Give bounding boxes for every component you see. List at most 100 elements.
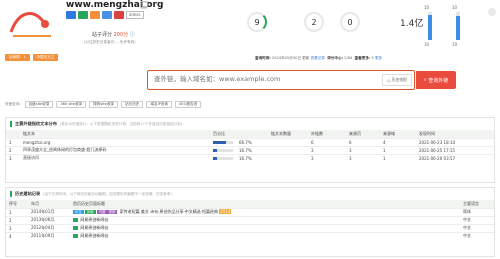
panel-header: 历史建站记录 (由于记录时间，以下网页页面自动截图，如查看历史截图不一定准确，仅… <box>6 188 494 200</box>
cell-date: 2012年04月 <box>28 223 70 232</box>
score-subtext: (以往历史记录者可..., 也许有效) <box>84 40 136 44</box>
info-icon[interactable]: ⓘ <box>130 32 135 38</box>
meta-label-2: 评分中心: <box>327 56 344 60</box>
cell-percent: 16.7% <box>236 145 268 154</box>
tag-region[interactable]: 中国天天之 <box>32 54 59 61</box>
chip-history[interactable]: 站长历史 <box>121 101 144 108</box>
more-link[interactable]: 更多 <box>375 56 382 60</box>
bing-icon[interactable] <box>102 11 112 19</box>
table-row[interactable]: 3 直接访问 16.7% 3 3 1 2021-06-20 03:57 <box>6 153 494 162</box>
sogou-icon[interactable] <box>90 11 100 19</box>
cell-anchor-text[interactable]: 直接访问 <box>20 153 210 162</box>
history-snapshot-button[interactable]: ◷ 历史快照 <box>382 74 412 86</box>
cell-index: 2 <box>6 215 28 224</box>
cell-index: 3 <box>6 153 20 162</box>
chip-baidu-site[interactable]: 百度site收录 <box>24 101 54 108</box>
history-title-link[interactable]: 家传老短篇 美文 诗句·原创作品分享·中文精选·短篇经典 <box>120 209 218 214</box>
col-links: 外链数 <box>308 130 346 138</box>
tag-badge: 中文 <box>73 210 84 214</box>
so-icon[interactable] <box>78 11 88 19</box>
cell-index: 1 <box>6 137 20 146</box>
history-title-link[interactable]: 网易原创新闻站 <box>80 233 108 238</box>
cell-links: 3 <box>308 145 346 154</box>
stat-total[interactable]: 1.4亿 <box>400 16 423 29</box>
tag-badge <box>73 234 79 239</box>
history-table: 序号 年月 首页历史页面标题 主要语言 1 2014年01月 中文 页面 内嵌 · … <box>6 200 494 240</box>
cell-date: 2014年01月 <box>28 207 70 216</box>
col-found-time: 发现时间 <box>416 130 494 138</box>
panel-header: 主要外链指纹文本分布 (表示为外链统计，以下数据随机采样计算，当前有17个外链站… <box>6 118 494 130</box>
table-row[interactable]: 4 2011年09月 网易原创新闻站 中文 <box>6 231 494 240</box>
copy-icon[interactable] <box>140 1 148 9</box>
chip-ip[interactable]: 域名IP查询 <box>146 101 173 108</box>
tag-badge: 页面 <box>84 210 96 214</box>
stat-value: 0 <box>347 17 353 27</box>
col-source-pages: 来源页 <box>346 130 380 138</box>
table-header-row: 序号 年月 首页历史页面标题 主要语言 <box>6 200 494 208</box>
vbar-bottom-label: 10 <box>452 42 458 47</box>
history-title-link[interactable]: 网易原创新闻站 <box>80 225 108 230</box>
cell-language: 简体 <box>460 207 494 216</box>
percent-bar <box>213 149 233 152</box>
cell-date: 2021-06-25 17:15 <box>416 145 494 154</box>
col-title: 首页历史页面标题 <box>70 200 460 208</box>
vbar-top-label: 10 <box>452 5 458 10</box>
quick-links-label: 快速查询: <box>5 102 21 106</box>
google-icon[interactable] <box>114 11 124 19</box>
table-row[interactable]: 1 mengzhai.org 66.7% 6 6 4 2021-06-23 18… <box>6 137 494 146</box>
meta-value-2: 2/84 <box>344 56 353 60</box>
highlight-badge: 2014 <box>219 209 232 214</box>
vbar-top-label: 10 <box>424 5 430 10</box>
chip-seo[interactable]: SEO报告查 <box>175 101 202 108</box>
stat-circle-2[interactable]: 2 <box>304 12 324 32</box>
tag-badge <box>73 218 79 222</box>
table-row[interactable]: 3 2012年04月 网易原创新闻站 中文 <box>6 223 494 232</box>
anchor-text-table: 链文本 百分比 链文本数量 外链数 来源页 来源域 发现时间 1 mengzha… <box>6 130 494 162</box>
settings-icon[interactable] <box>488 8 496 16</box>
cell-date: 2011年09月 <box>28 231 70 240</box>
engine-icons: aliexs <box>66 11 144 19</box>
history-link[interactable]: 查看记录 <box>311 56 325 60</box>
stat-value: 9 <box>254 17 260 27</box>
table-row[interactable]: 2 四季茂盛大全_经典休闲的打包商盛-超几流原码 16.7% 3 3 1 202… <box>6 145 494 154</box>
site-logo-icon <box>5 2 59 42</box>
site-tags: 站龄期 · 1 中国天天之 <box>5 54 59 61</box>
history-title-link[interactable]: 网易原创新闻站 <box>80 217 108 222</box>
anchor-text-panel: 主要外链指纹文本分布 (表示为外链统计，以下数据随机采样计算，当前有17个外链站… <box>5 117 495 183</box>
table-row[interactable]: 2 2013年06月 网易原创新闻站 中文 <box>6 215 494 224</box>
stat-circle-3[interactable]: 0 <box>340 12 360 32</box>
meta-label: 查询时间: <box>255 56 271 60</box>
chip-360-site[interactable]: 360 site收录 <box>56 101 87 108</box>
cell-anchor-text[interactable]: mengzhai.org <box>20 137 210 146</box>
score-suffix: 分 <box>123 32 129 38</box>
cell-language: 中文 <box>460 223 494 232</box>
alexa-badge[interactable]: aliexs <box>126 11 144 19</box>
domain-title[interactable]: www.mengzhai.org <box>66 0 163 10</box>
cell-date: 2021-06-20 03:57 <box>416 153 494 162</box>
cell-percent: 66.7% <box>236 137 268 146</box>
col-count: 链文本数量 <box>268 130 308 138</box>
tag-age[interactable]: 站龄期 · 1 <box>5 54 30 61</box>
col-percent: 百分比 <box>210 130 236 138</box>
search-input[interactable] <box>154 75 394 83</box>
cell-source-domains: 4 <box>380 137 416 146</box>
stat-circle-1[interactable]: 9 <box>247 12 267 32</box>
col-index: 序号 <box>6 200 28 208</box>
table-row[interactable]: 1 2014年01月 中文 页面 内嵌 · 视频 家传老短篇 美文 诗句·原创作品分… <box>6 207 494 216</box>
meta-info: 查询时间: 2024年05月30日 更新 查看记录 评分中心: 2/84 查看更… <box>255 56 382 61</box>
baidu-icon[interactable] <box>66 11 76 19</box>
cell-source-domains: 1 <box>380 145 416 154</box>
percent-bar <box>213 157 233 161</box>
update-time: 2024年05月30日 更新 <box>271 56 310 60</box>
cell-language: 中文 <box>460 231 494 240</box>
col-bar <box>236 130 268 138</box>
tag-badge: 内嵌 · 视频 <box>96 210 118 214</box>
cell-anchor-text[interactable]: 四季茂盛大全_经典休闲的打包商盛-超几流原码 <box>20 145 210 154</box>
cell-index: 4 <box>6 231 28 240</box>
cell-count <box>268 145 308 154</box>
chip-sogou-site[interactable]: 搜狗site收录 <box>89 101 119 108</box>
cell-title: 网易原创新闻站 <box>70 223 460 232</box>
panel-subtitle: (表示为外链统计，以下数据随机采样计算，当前有17个外链站可用链接分析) <box>59 121 183 126</box>
search-button[interactable]: ⌕ 查询外链 <box>416 71 456 89</box>
score-label: 站子评分 <box>92 32 113 38</box>
